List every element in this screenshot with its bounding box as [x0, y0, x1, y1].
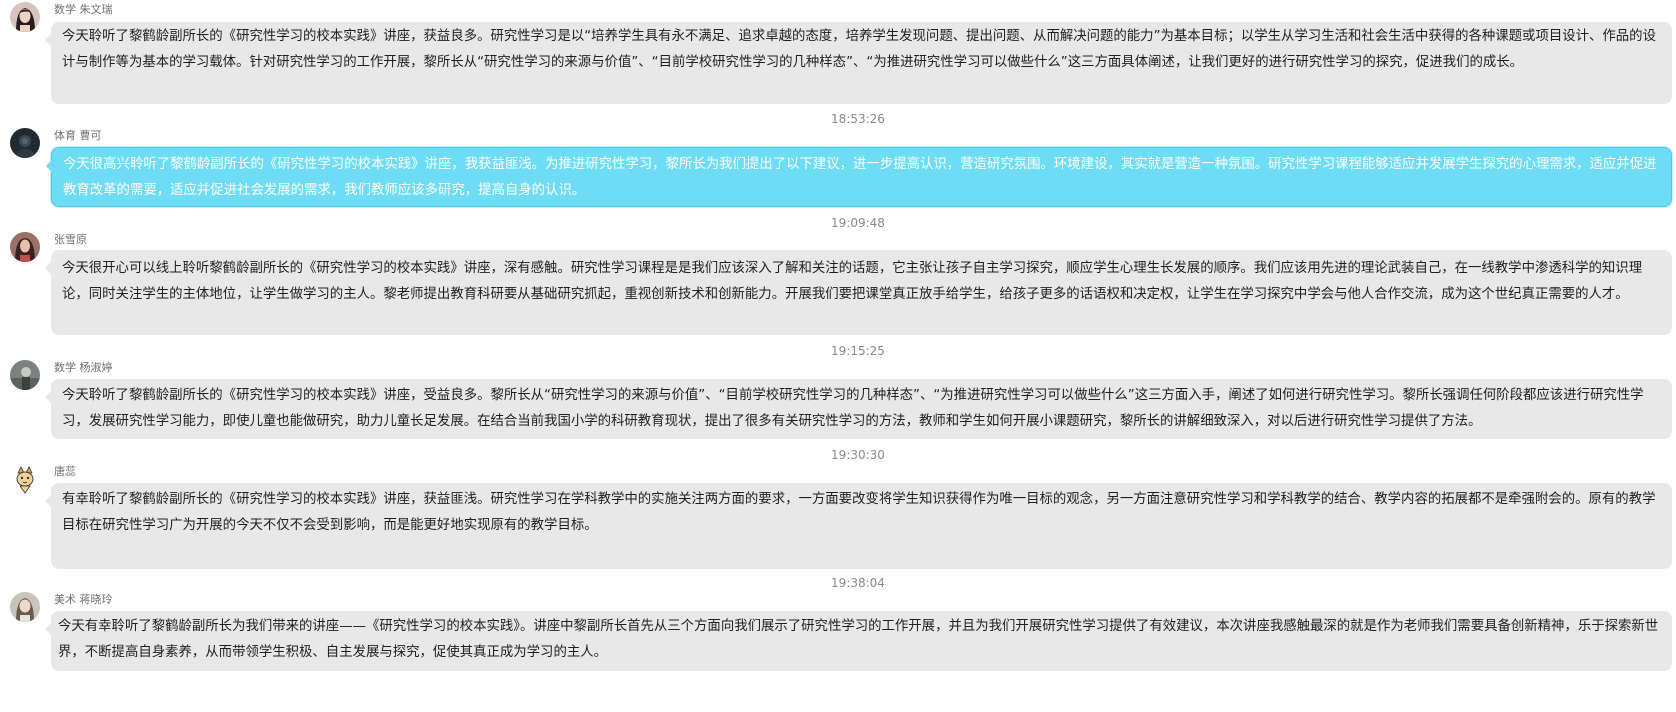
avatar[interactable] [10, 232, 40, 262]
timestamp: 19:15:25 [831, 344, 885, 358]
avatar[interactable] [10, 2, 40, 32]
message-bubble[interactable]: 有幸聆听了黎鹤龄副所长的《研究性学习的校本实践》讲座，获益匪浅。研究性学习在学科… [45, 483, 1672, 569]
message-bubble[interactable]: 今天很开心可以线上聆听黎鹤龄副所长的《研究性学习的校本实践》讲座，深有感触。研究… [45, 250, 1672, 335]
avatar[interactable] [10, 592, 40, 622]
sender-name: 数学 朱文瑞 [54, 3, 113, 16]
avatar[interactable] [10, 464, 40, 494]
message-bubble[interactable]: 今天聆听了黎鹤龄副所长的《研究性学习的校本实践》讲座，获益良多。研究性学习是以“… [45, 22, 1672, 104]
message-bubble[interactable]: 今天聆听了黎鹤龄副所长的《研究性学习的校本实践》讲座，受益良多。黎所长从“研究性… [45, 379, 1672, 439]
timestamp: 18:53:26 [831, 112, 885, 126]
timestamp: 19:30:30 [831, 448, 885, 462]
avatar[interactable] [10, 360, 40, 390]
timestamp: 19:38:04 [831, 576, 885, 590]
message-bubble[interactable]: 今天很高兴聆听了黎鹤龄副所长的《研究性学习的校本实践》讲座，我获益匪浅。为推进研… [46, 147, 1672, 207]
sender-name: 张雪原 [54, 233, 87, 246]
avatar[interactable] [10, 128, 40, 158]
timestamp: 19:09:48 [831, 216, 885, 230]
message-bubble[interactable]: 今天有幸聆听了黎鹤龄副所长为我们带来的讲座——《研究性学习的校本实践》。讲座中黎… [45, 611, 1672, 671]
sender-name: 美术 蒋晓玲 [54, 593, 113, 606]
sender-name: 体育 曹可 [54, 129, 102, 142]
sender-name: 数学 杨淑婷 [54, 361, 113, 374]
sender-name: 唐蕊 [54, 465, 76, 478]
